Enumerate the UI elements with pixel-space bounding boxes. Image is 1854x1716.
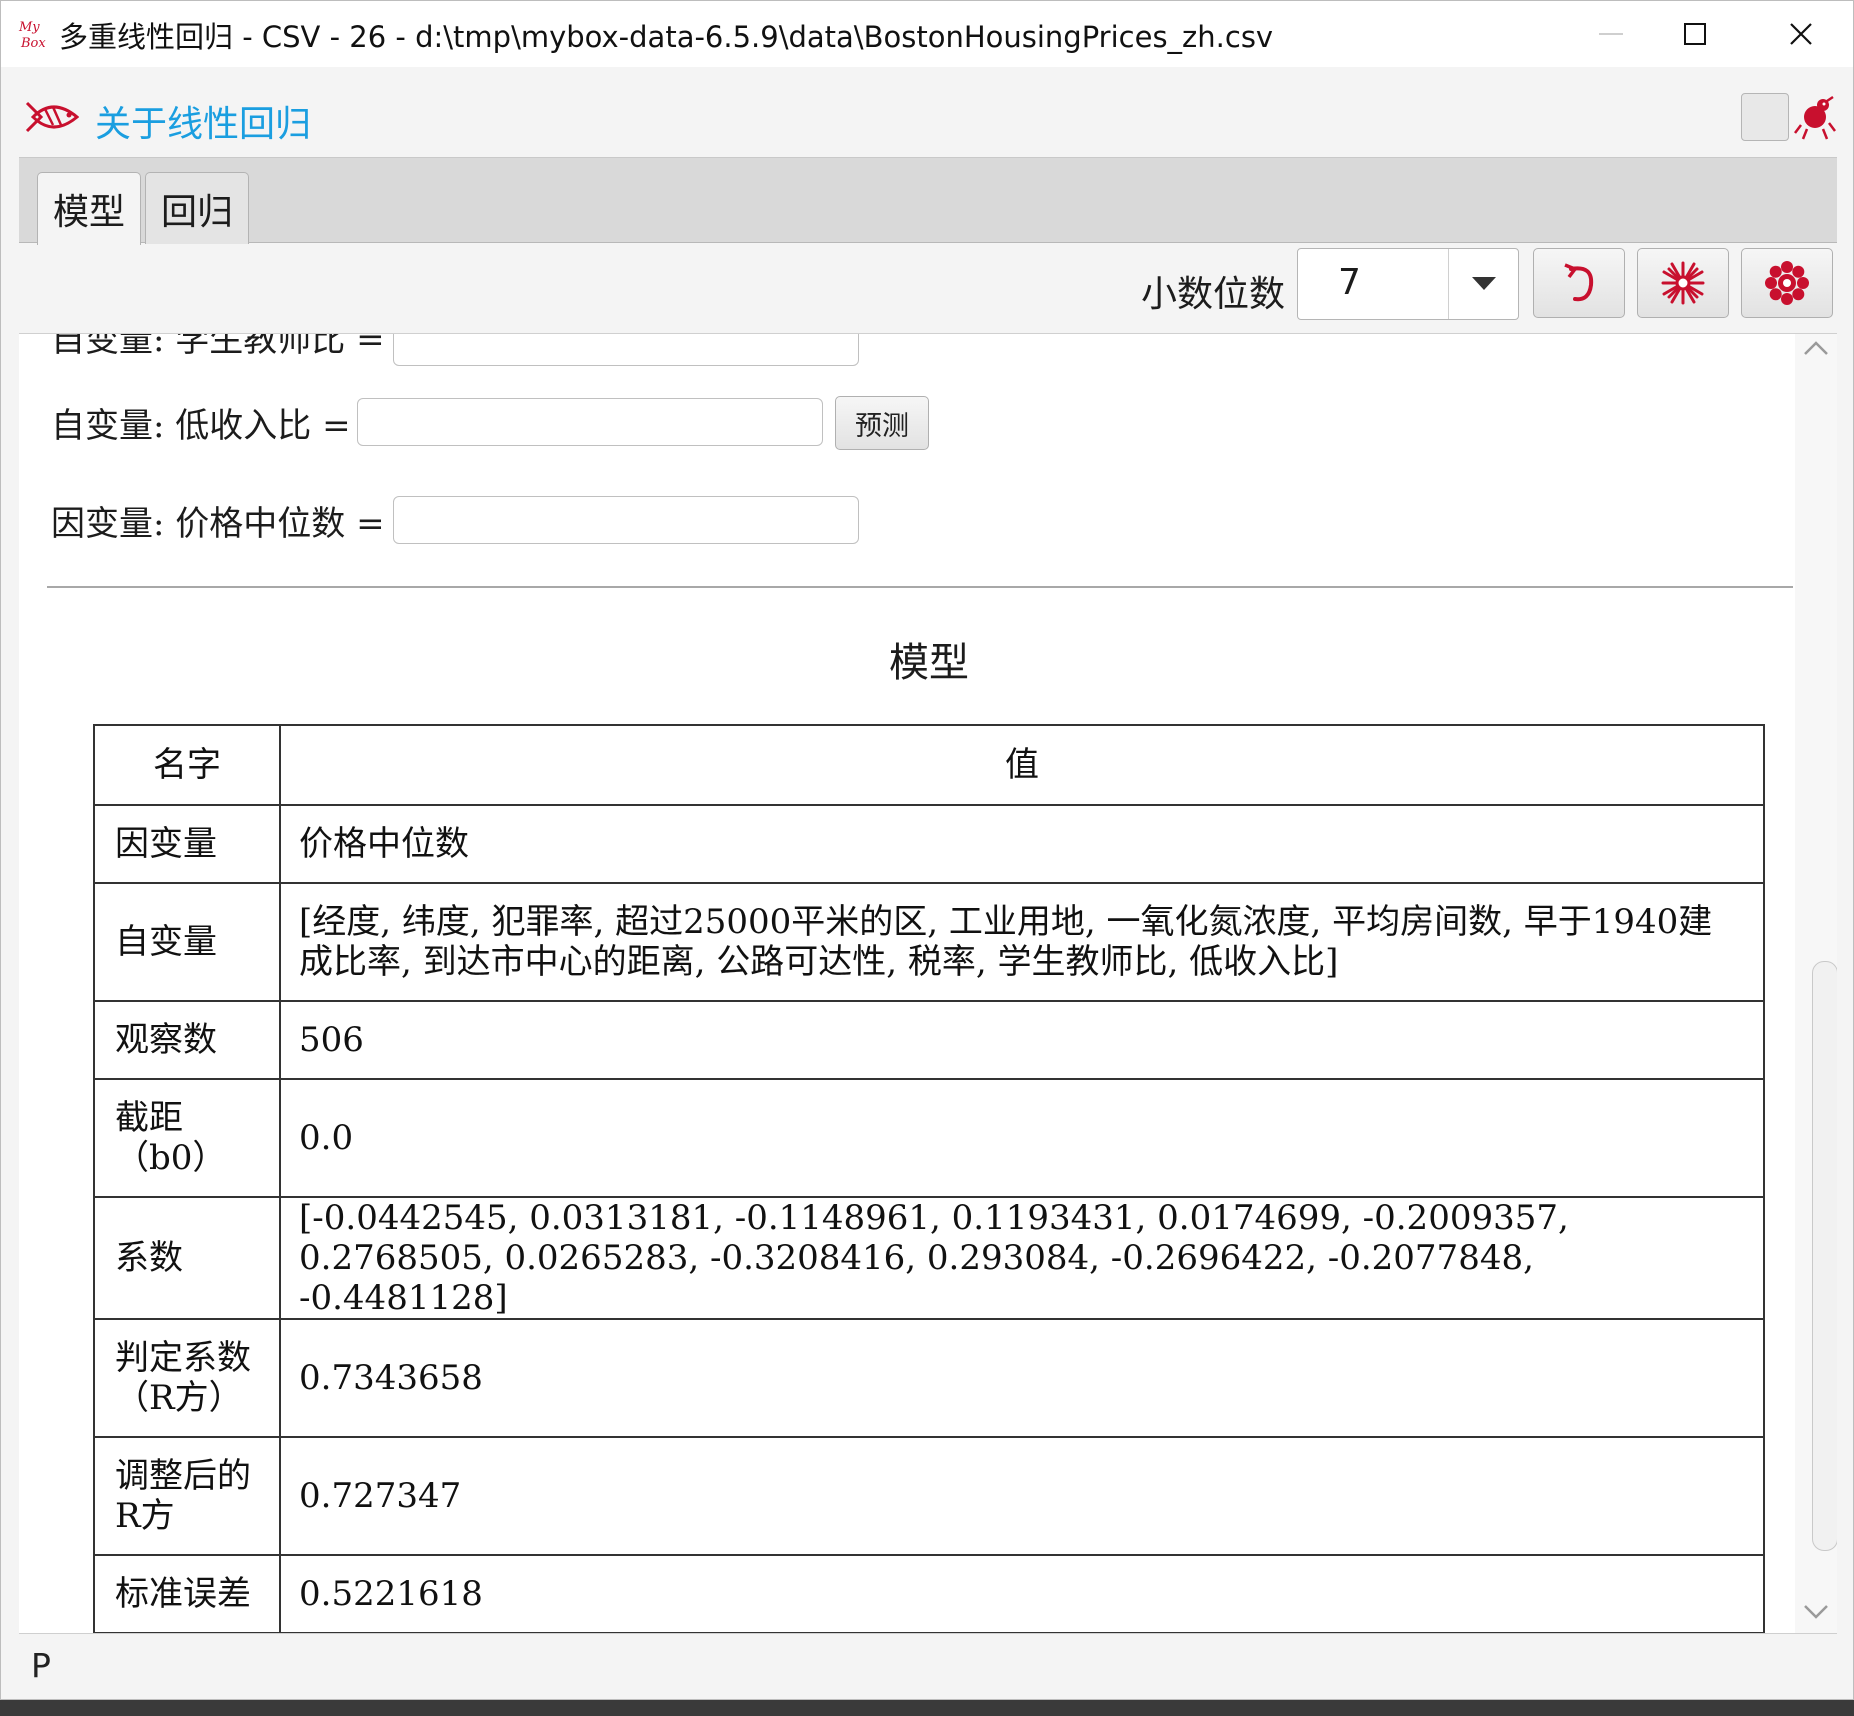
row-name: 截距（b0） [93, 1078, 281, 1198]
row-name: 判定系数（R方） [93, 1318, 281, 1438]
row-name: 系数 [93, 1196, 281, 1320]
title-bar: My Box 多重线性回归 - CSV - 26 - d:\tmp\mybox-… [1, 1, 1853, 67]
name-column-header: 名字 [93, 724, 281, 806]
status-text: P [31, 1646, 51, 1685]
student-teacher-ratio-input[interactable] [393, 334, 859, 366]
row-name: 因变量 [93, 804, 281, 884]
decimal-places-value: 7 [1338, 262, 1361, 303]
dependent-variable-label: 因变量: 价格中位数 = [51, 504, 385, 544]
predict-button[interactable]: 预测 [835, 396, 929, 450]
row-value: 506 [279, 1000, 1765, 1080]
decimal-places-label: 小数位数 [1141, 274, 1286, 315]
table-row: 调整后的R方 0.727347 [93, 1436, 1765, 1556]
model-table: 名字 值 因变量 价格中位数 自变量 [经度, 纬度, 犯罪率, 超过25000… [93, 724, 1765, 1633]
row-value: 价格中位数 [279, 804, 1765, 884]
table-row: 标准误差 0.5221618 [93, 1554, 1765, 1633]
row-name: 自变量 [93, 882, 281, 1002]
table-row: 系数 [-0.0442545, 0.0313181, -0.1148961, 0… [93, 1196, 1765, 1320]
app-window: My Box 多重线性回归 - CSV - 26 - d:\tmp\mybox-… [0, 0, 1854, 1700]
maximize-button[interactable] [1665, 11, 1725, 57]
dropdown-arrow[interactable] [1448, 249, 1518, 319]
row-name: 调整后的R方 [93, 1436, 281, 1556]
low-income-label: 自变量: 低收入比 = [51, 406, 351, 446]
maximize-icon [1684, 23, 1706, 45]
snowflake-button[interactable] [1637, 248, 1729, 318]
snowflake-icon [1661, 261, 1705, 305]
row-value: [经度, 纬度, 犯罪率, 超过25000平米的区, 工业用地, 一氧化氮浓度,… [279, 882, 1765, 1002]
flower-icon [1765, 261, 1809, 305]
about-linear-regression-link[interactable]: 关于线性回归 [95, 95, 311, 147]
window-title: 多重线性回归 - CSV - 26 - d:\tmp\mybox-data-6.… [59, 20, 1274, 54]
chevron-down-icon [1471, 277, 1496, 290]
table-row: 截距（b0） 0.0 [93, 1078, 1765, 1198]
tab-regression[interactable]: 回归 [145, 172, 249, 244]
header-bar: 关于线性回归 [19, 79, 1837, 157]
close-icon [1790, 23, 1812, 45]
row-value: 0.5221618 [279, 1554, 1765, 1633]
refresh-button[interactable] [1533, 248, 1625, 318]
minimize-button[interactable] [1581, 11, 1641, 57]
row-name: 观察数 [93, 1000, 281, 1080]
median-price-input[interactable] [393, 496, 859, 544]
mybox-app-icon: My Box [18, 20, 46, 51]
decimal-places-combo[interactable]: 7 [1297, 248, 1519, 320]
model-content-panel: 自变量: 学生教师比 = 自变量: 低收入比 = 预测 因变量: 价格中位数 =… [19, 333, 1837, 1633]
table-header-row: 名字 值 [93, 724, 1765, 806]
svg-text:Box: Box [20, 36, 46, 51]
chevron-up-icon[interactable] [1803, 340, 1829, 356]
low-income-input[interactable] [357, 398, 823, 446]
svg-text:My: My [18, 20, 40, 35]
close-button[interactable] [1771, 11, 1831, 57]
row-name: 标准误差 [93, 1554, 281, 1633]
table-row: 观察数 506 [93, 1000, 1765, 1080]
table-row: 因变量 价格中位数 [93, 804, 1765, 884]
refresh-icon [1564, 263, 1594, 302]
tab-bar: 模型 回归 [19, 157, 1837, 245]
status-bar: P [19, 1633, 1837, 1697]
row-value: 0.7343658 [279, 1318, 1765, 1438]
scroll-viewport: 自变量: 学生教师比 = 自变量: 低收入比 = 预测 因变量: 价格中位数 =… [19, 334, 1795, 1633]
row-value: [-0.0442545, 0.0313181, -0.1148961, 0.11… [279, 1196, 1765, 1320]
flower-button[interactable] [1741, 248, 1833, 318]
row-value: 0.0 [279, 1078, 1765, 1198]
row-value: 0.727347 [279, 1436, 1765, 1556]
vertical-scrollbar[interactable] [1795, 334, 1837, 1633]
header-square-button[interactable] [1741, 93, 1789, 141]
section-divider [47, 586, 1793, 588]
value-column-header: 值 [279, 724, 1765, 806]
model-section-title: 模型 [889, 640, 969, 686]
tab-model[interactable]: 模型 [37, 172, 141, 245]
scrollbar-thumb[interactable] [1812, 961, 1837, 1551]
minimize-icon [1599, 33, 1623, 35]
mascot-icon[interactable] [1793, 93, 1837, 141]
toolbar: 小数位数 7 [19, 243, 1837, 333]
chevron-down-icon[interactable] [1803, 1604, 1829, 1620]
table-row: 自变量 [经度, 纬度, 犯罪率, 超过25000平米的区, 工业用地, 一氧化… [93, 882, 1765, 1002]
fish-icon [25, 101, 79, 133]
partial-variable-label: 自变量: 学生教师比 = [51, 334, 385, 360]
table-row: 判定系数（R方） 0.7343658 [93, 1318, 1765, 1438]
